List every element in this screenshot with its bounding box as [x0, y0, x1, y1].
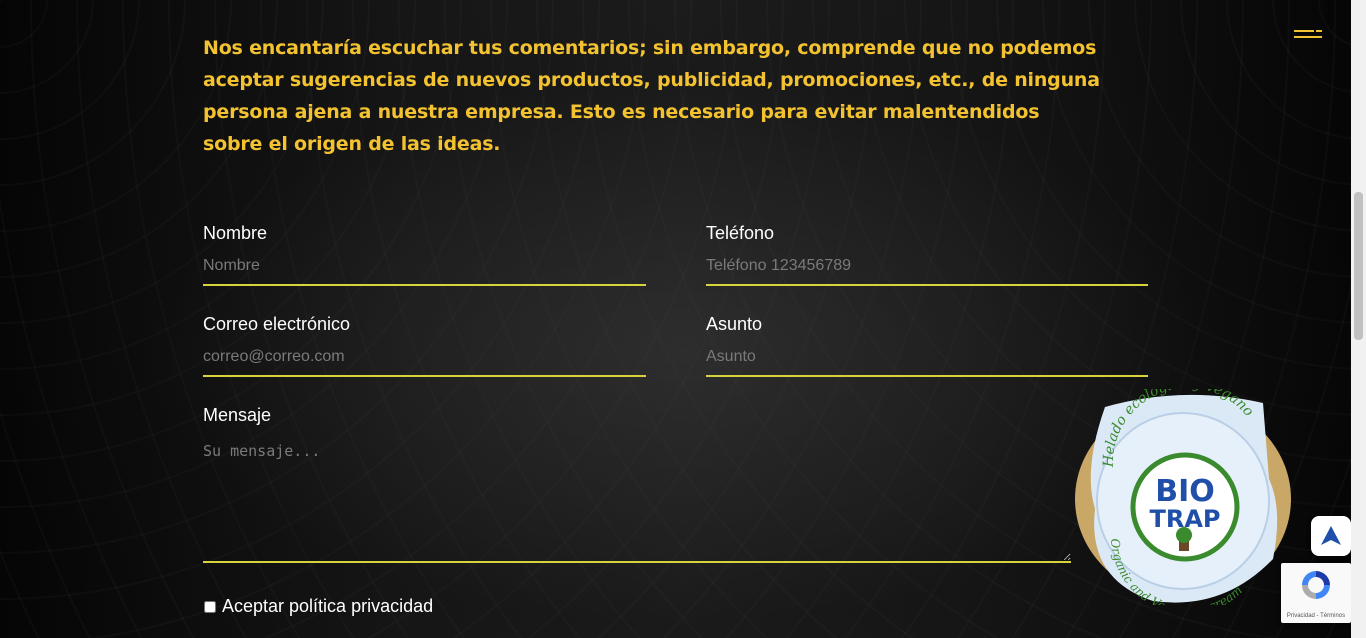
subject-input[interactable]	[706, 345, 1148, 377]
message-label: Mensaje	[203, 405, 272, 425]
subject-field-group: Asunto	[706, 313, 1148, 377]
recaptcha-links[interactable]: Privacidad - Términos	[1281, 613, 1351, 619]
product-brand-line1: BIO	[1155, 474, 1215, 509]
subject-label: Asunto	[706, 314, 763, 334]
email-field-group: Correo electrónico	[203, 313, 646, 377]
recaptcha-icon	[1302, 571, 1330, 599]
name-field-group: Nombre	[203, 222, 646, 286]
message-textarea[interactable]	[203, 436, 1071, 563]
feedback-notice: Nos encantaría escuchar tus comentarios;…	[203, 37, 1100, 155]
privacy-label[interactable]: Aceptar política privacidad	[222, 596, 433, 617]
phone-input[interactable]	[706, 254, 1148, 286]
arrow-up-icon	[1321, 526, 1341, 545]
page-scrollbar[interactable]	[1351, 0, 1366, 638]
biotrap-product-image: Helado ecológico y vegano Organic and Ve…	[1075, 389, 1291, 605]
phone-label: Teléfono	[706, 223, 775, 243]
privacy-consent: Aceptar política privacidad	[203, 596, 433, 617]
name-input[interactable]	[203, 254, 646, 286]
scrollbar-thumb[interactable]	[1354, 192, 1363, 340]
name-label: Nombre	[203, 223, 268, 243]
email-label: Correo electrónico	[203, 314, 351, 334]
message-field-group: Mensaje	[203, 404, 1071, 563]
phone-field-group: Teléfono	[706, 222, 1148, 286]
privacy-checkbox[interactable]	[204, 600, 216, 613]
recaptcha-badge[interactable]: Privacidad - Términos	[1281, 563, 1351, 623]
email-input[interactable]	[203, 345, 646, 377]
scroll-to-top-button[interactable]	[1311, 516, 1351, 556]
tree-icon	[1176, 527, 1192, 543]
menu-lines-icon[interactable]	[1294, 26, 1324, 40]
